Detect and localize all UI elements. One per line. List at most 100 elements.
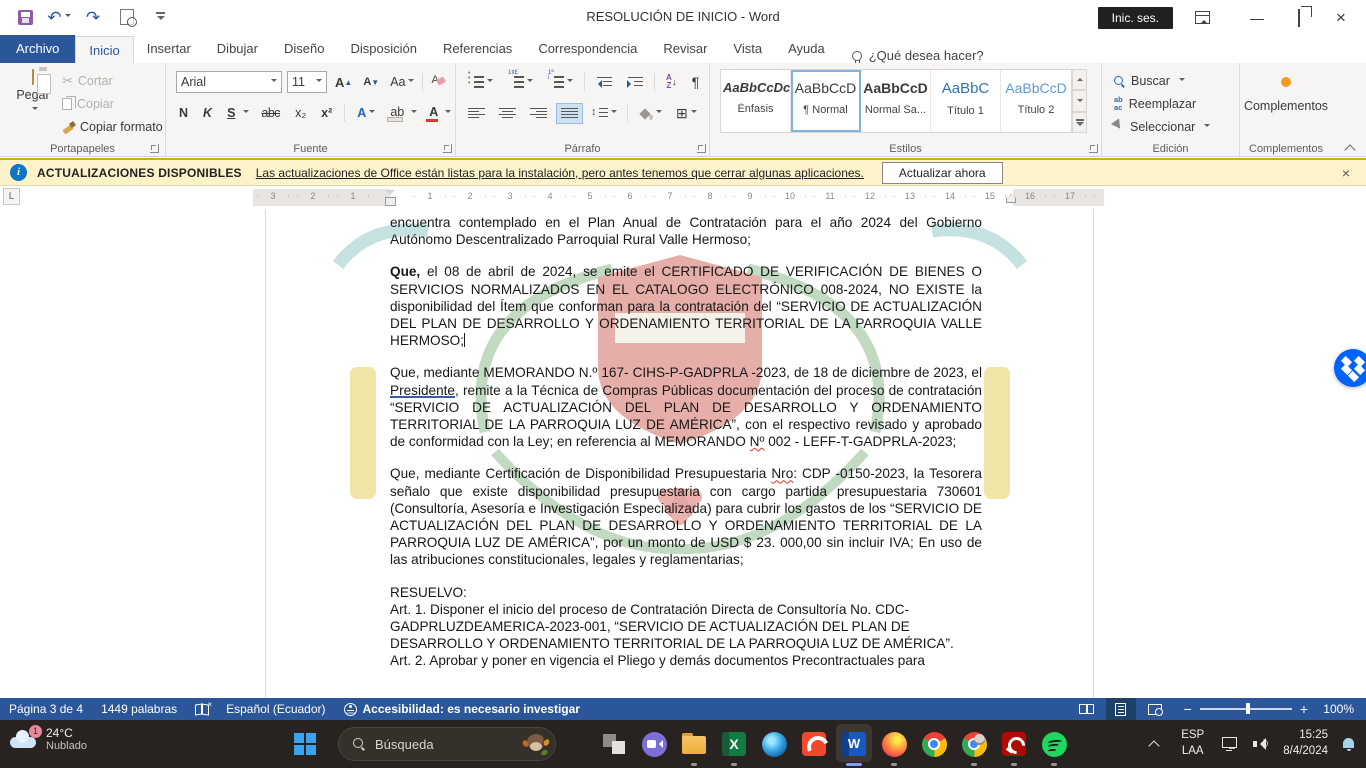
cut-button[interactable]: ✂ Cortar: [62, 71, 113, 91]
network-icon[interactable]: [1222, 737, 1239, 751]
underline-button[interactable]: S: [224, 104, 238, 122]
ribbon-tab[interactable]: Ayuda: [775, 35, 838, 63]
ribbon-tab[interactable]: Referencias: [430, 35, 525, 63]
close-button[interactable]: ×: [1324, 8, 1358, 28]
paste-dropdown-caret[interactable]: [32, 107, 38, 113]
notification-bell-icon[interactable]: [1342, 737, 1356, 751]
paste-button[interactable]: Pegar: [10, 70, 56, 142]
style-titulo-1[interactable]: AaBbC Título 1: [931, 70, 1001, 132]
start-button[interactable]: [294, 733, 316, 755]
notification-message-link[interactable]: Las actualizaciones de Office están list…: [256, 166, 864, 180]
text-effects-button[interactable]: A: [354, 104, 378, 122]
language-indicator[interactable]: Español (Ecuador): [217, 702, 334, 716]
superscript-button[interactable]: x²: [318, 104, 335, 122]
read-mode-button[interactable]: [1072, 698, 1102, 720]
update-now-button[interactable]: Actualizar ahora: [882, 162, 1003, 184]
chrome-profile-button[interactable]: [954, 720, 994, 768]
tab-stop-selector[interactable]: L: [3, 188, 20, 205]
web-layout-button[interactable]: [1140, 698, 1170, 720]
strikethrough-button[interactable]: abc: [258, 104, 283, 122]
justify-button[interactable]: [557, 104, 582, 123]
style-normal-sa[interactable]: AaBbCcD Normal Sa...: [861, 70, 931, 132]
word-button[interactable]: W: [834, 720, 874, 768]
firefox-button[interactable]: [874, 720, 914, 768]
zoom-slider-handle[interactable]: [1246, 703, 1250, 714]
minimize-button[interactable]: —: [1240, 10, 1274, 26]
highlight-caret[interactable]: [411, 110, 417, 116]
notification-close-icon[interactable]: ×: [1336, 165, 1356, 181]
highlight-button[interactable]: ab: [387, 103, 407, 122]
pdf-reader-button[interactable]: [794, 720, 834, 768]
copy-button[interactable]: Copiar: [62, 94, 114, 114]
align-left-button[interactable]: [464, 104, 489, 123]
styles-scroll-down[interactable]: [1072, 90, 1087, 111]
sign-in-button[interactable]: Inic. ses.: [1098, 7, 1173, 29]
clear-formatting-button[interactable]: [428, 74, 448, 90]
clipboard-dialog-launcher[interactable]: [150, 144, 159, 153]
bold-button[interactable]: N: [176, 104, 191, 122]
page-indicator[interactable]: Página 3 de 4: [0, 702, 92, 716]
multilevel-list-button[interactable]: [544, 72, 577, 92]
accessibility-status[interactable]: Accesibilidad: es necesario investigar: [335, 702, 589, 716]
zoom-out-button[interactable]: −: [1184, 701, 1192, 717]
ribbon-tab[interactable]: Revisar: [650, 35, 720, 63]
style-enfasis[interactable]: AaBbCcDc Énfasis: [721, 70, 791, 132]
addins-button[interactable]: Complementos: [1240, 99, 1332, 113]
ribbon-tab[interactable]: Insertar: [134, 35, 204, 63]
keyboard-language[interactable]: ESP LAA: [1181, 728, 1204, 759]
task-view-button[interactable]: [594, 720, 634, 768]
document-text[interactable]: encuentra contemplado en el Plan Anual d…: [390, 214, 982, 670]
word-count[interactable]: 1449 palabras: [92, 702, 186, 716]
align-center-button[interactable]: [495, 104, 520, 123]
file-explorer-button[interactable]: [674, 720, 714, 768]
font-color-button[interactable]: A: [426, 103, 441, 122]
ribbon-tab[interactable]: Diseño: [271, 35, 337, 63]
decrease-indent-button[interactable]: [592, 73, 616, 92]
shading-button[interactable]: [634, 104, 666, 123]
grow-font-button[interactable]: A▲: [332, 73, 355, 92]
hidden-icons-chevron[interactable]: [1149, 740, 1159, 748]
ribbon-tab[interactable]: Correspondencia: [525, 35, 650, 63]
volume-icon[interactable]: [1253, 737, 1269, 751]
select-button[interactable]: Seleccionar: [1114, 117, 1210, 137]
ribbon-tab[interactable]: Dibujar: [204, 35, 271, 63]
acrobat-button[interactable]: [994, 720, 1034, 768]
bullets-button[interactable]: [464, 72, 497, 92]
paragraph-dialog-launcher[interactable]: [697, 144, 706, 153]
edge-button[interactable]: [754, 720, 794, 768]
restore-button[interactable]: [1282, 10, 1316, 26]
ribbon-tab[interactable]: Inicio: [75, 36, 133, 64]
align-right-button[interactable]: [526, 104, 551, 123]
font-color-caret[interactable]: [445, 110, 451, 116]
font-size-combobox[interactable]: 11: [287, 71, 327, 93]
italic-button[interactable]: K: [200, 104, 215, 122]
line-spacing-button[interactable]: [588, 104, 621, 123]
find-button[interactable]: Buscar: [1114, 71, 1185, 91]
numbering-button[interactable]: [504, 72, 537, 92]
zoom-in-button[interactable]: +: [1300, 701, 1308, 717]
ribbon-display-options-button[interactable]: [1195, 11, 1210, 24]
zoom-slider[interactable]: [1200, 708, 1292, 709]
collapse-ribbon-button[interactable]: [1346, 144, 1356, 150]
change-case-button[interactable]: Aa: [387, 73, 417, 91]
styles-dialog-launcher[interactable]: [1089, 144, 1098, 153]
horizontal-ruler[interactable]: 321 123456789101112131415161718: [253, 189, 1104, 206]
proofing-status[interactable]: ×: [186, 704, 217, 714]
excel-button[interactable]: X: [714, 720, 754, 768]
replace-button[interactable]: abac Reemplazar: [1114, 94, 1196, 114]
weather-widget[interactable]: 1 24°C Nublado: [10, 726, 87, 752]
clock[interactable]: 15:25 8/4/2024: [1283, 728, 1328, 759]
ribbon-tab[interactable]: Disposición: [337, 35, 429, 63]
underline-caret[interactable]: [243, 110, 249, 116]
dropbox-badge[interactable]: [1334, 349, 1366, 387]
format-painter-button[interactable]: Copiar formato: [62, 117, 163, 137]
styles-scroll-up[interactable]: [1072, 69, 1087, 90]
print-layout-button[interactable]: [1106, 698, 1136, 720]
tab-archivo[interactable]: Archivo: [0, 35, 75, 63]
styles-more-button[interactable]: [1072, 112, 1087, 133]
zoom-level[interactable]: 100%: [1316, 702, 1354, 716]
sort-button[interactable]: AZ↓: [662, 71, 681, 93]
shrink-font-button[interactable]: A▼: [360, 74, 382, 90]
tell-me-control[interactable]: ¿Qué desea hacer?: [852, 48, 984, 63]
video-chat-button[interactable]: [634, 720, 674, 768]
